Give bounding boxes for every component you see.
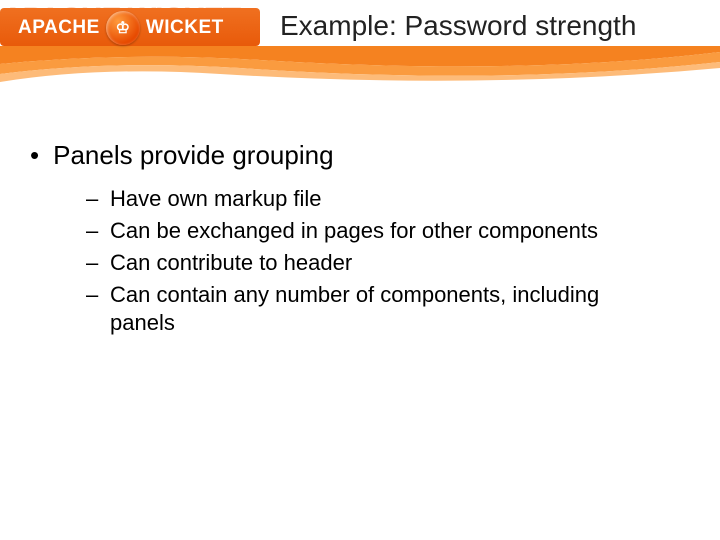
slide-title: Example: Password strength [280, 10, 636, 42]
slide-header: APACHE WICKET APACHE ♔ WICKET Example: P… [0, 0, 720, 90]
logo-word-right: WICKET [146, 17, 224, 39]
list-item: – Have own markup file [86, 185, 690, 213]
list-item: – Can contain any number of components, … [86, 281, 690, 337]
sub-bullet-text: Can be exchanged in pages for other comp… [110, 217, 598, 245]
sub-bullet-text: Can contribute to header [110, 249, 352, 277]
sub-bullet-text: Have own markup file [110, 185, 322, 213]
dash-icon: – [86, 217, 110, 245]
sub-bullet-text: Can contain any number of components, in… [110, 281, 670, 337]
logo-circle-glyph: ♔ [116, 18, 130, 38]
logo-circle-icon: ♔ [106, 11, 140, 45]
bullet-main-row: • Panels provide grouping [30, 140, 690, 171]
list-item: – Can contribute to header [86, 249, 690, 277]
logo-word-left: APACHE [18, 17, 100, 39]
bullet-main-text: Panels provide grouping [53, 140, 333, 171]
slide-content: • Panels provide grouping – Have own mar… [0, 90, 720, 337]
bullet-dot-icon: • [30, 140, 39, 170]
dash-icon: – [86, 281, 110, 309]
sub-bullet-list: – Have own markup file – Can be exchange… [86, 185, 690, 337]
dash-icon: – [86, 249, 110, 277]
header-swoosh-icon [0, 46, 720, 90]
dash-icon: – [86, 185, 110, 213]
list-item: – Can be exchanged in pages for other co… [86, 217, 690, 245]
